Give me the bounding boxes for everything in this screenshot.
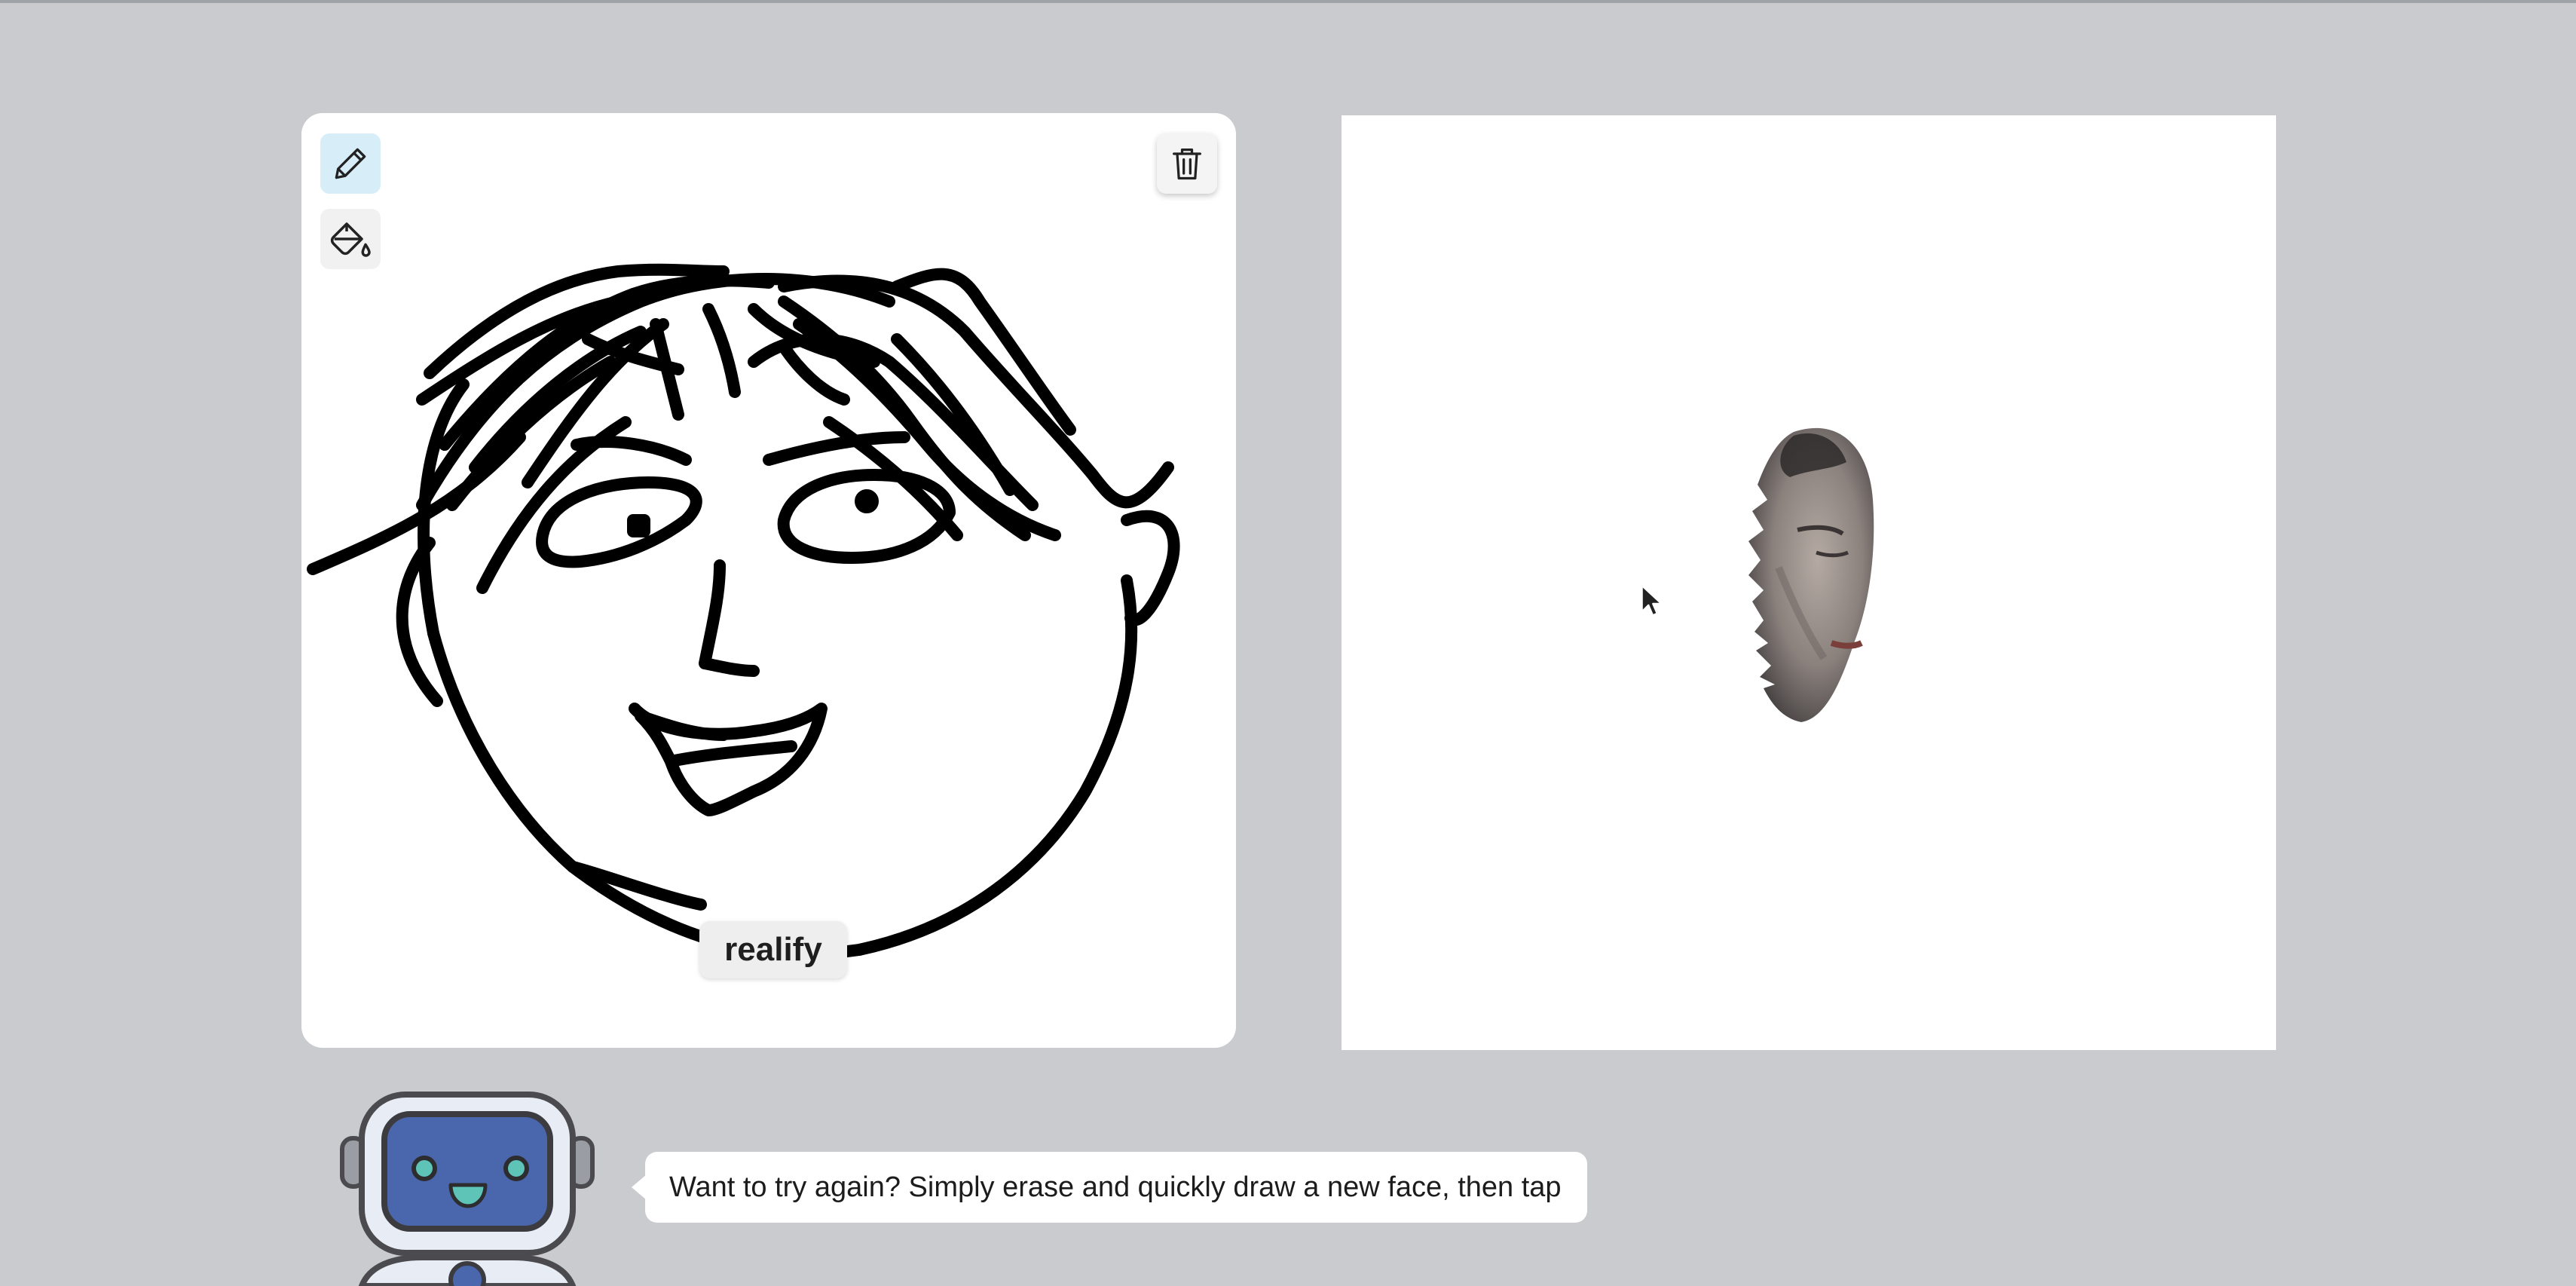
pencil-icon [335,148,366,179]
robot-avatar [340,1092,595,1286]
window-top-edge [0,0,2576,3]
assistant-message: Want to try again? Simply erase and quic… [669,1171,1562,1203]
drawing-canvas[interactable]: realify [301,113,1236,1048]
face-sketch [307,263,1180,960]
assistant-speech-bubble: Want to try again? Simply erase and quic… [632,1152,1587,1223]
mouse-cursor-icon [1641,584,1663,617]
trash-icon [1173,148,1201,180]
paint-bucket-icon [330,222,371,257]
result-panel [1342,115,2276,1050]
fill-tool-button[interactable] [320,209,381,269]
clear-canvas-button[interactable] [1157,133,1217,194]
pencil-tool-button[interactable] [320,133,381,194]
realify-button[interactable]: realify [699,921,847,978]
generated-face-image [1748,427,1874,722]
